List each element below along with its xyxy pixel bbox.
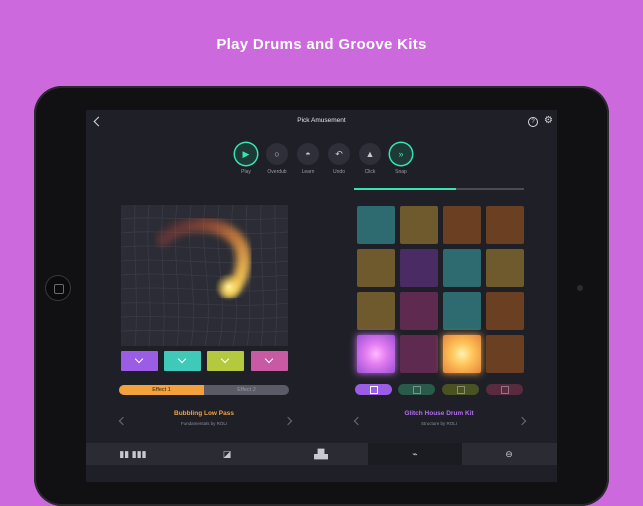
camera-dot bbox=[577, 285, 583, 291]
tab-keyboard[interactable]: ▮▮ ▮▮▮ bbox=[86, 443, 180, 465]
screen-title: Pick Amusement bbox=[297, 117, 346, 124]
tool-label: Click bbox=[364, 169, 376, 175]
tab-pad-grid[interactable]: ◪ bbox=[180, 443, 274, 465]
pad-bank-4[interactable] bbox=[486, 384, 523, 395]
tab-wave[interactable]: ⌁ bbox=[368, 443, 462, 465]
drum-pad[interactable] bbox=[486, 292, 524, 330]
drum-pad[interactable] bbox=[400, 249, 438, 287]
drum-pad[interactable] bbox=[443, 292, 481, 330]
bank-square-icon bbox=[457, 386, 465, 394]
patch-name: Bubbling Low Pass bbox=[174, 410, 234, 417]
patch-author: Fundamentals by ROLI bbox=[180, 421, 228, 426]
tab-sequencer[interactable]: ⊖ bbox=[462, 443, 556, 465]
tool-learn[interactable]: ◓ Learn bbox=[294, 143, 322, 175]
effect-button-2[interactable] bbox=[164, 351, 201, 371]
bank-square-icon bbox=[501, 386, 509, 394]
bank-square-icon bbox=[370, 386, 378, 394]
drum-pad[interactable] bbox=[357, 206, 395, 244]
tool-play[interactable]: ▶︎ Play bbox=[232, 143, 260, 175]
tool-overdub[interactable]: ○ Overdub bbox=[263, 143, 291, 175]
tab-mixer[interactable]: ▟▙ bbox=[274, 443, 368, 465]
sequencer-icon: ⊖ bbox=[505, 449, 513, 459]
bank-square-icon bbox=[413, 386, 421, 394]
gear-icon[interactable]: ⚙ bbox=[544, 116, 553, 126]
pad-bank-1[interactable] bbox=[355, 384, 392, 395]
drum-pad[interactable] bbox=[443, 206, 481, 244]
tool-snap[interactable]: » Snap bbox=[387, 143, 415, 175]
home-button[interactable] bbox=[46, 276, 70, 300]
bottom-tab-bar: ▮▮ ▮▮▮ ◪ ▟▙ ⌁ ⊖ bbox=[86, 443, 557, 465]
drum-pad[interactable] bbox=[400, 206, 438, 244]
segment-effect-1[interactable]: Effect 1 bbox=[119, 385, 204, 395]
app-screen: Pick Amusement ? ⚙ ▶︎ Play ○ Overdub ◓ Learn ↶… bbox=[86, 110, 557, 482]
drum-pad[interactable] bbox=[357, 335, 395, 373]
pad-bank-3[interactable] bbox=[442, 384, 479, 395]
effect-button-4[interactable] bbox=[251, 351, 288, 371]
drum-pad[interactable] bbox=[400, 292, 438, 330]
tool-undo[interactable]: ↶ Undo bbox=[325, 143, 353, 175]
graduation-cap-icon: ◓ bbox=[297, 143, 319, 165]
play-pause-icon: ▶︎ bbox=[235, 143, 257, 165]
help-icon[interactable]: ? bbox=[528, 117, 538, 127]
segment-effect-2[interactable]: Effect 2 bbox=[204, 385, 289, 395]
effect-button-1[interactable] bbox=[121, 351, 158, 371]
metronome-icon: ▲ bbox=[359, 143, 381, 165]
loop-progress-track bbox=[354, 188, 524, 190]
chevron-down-icon bbox=[134, 354, 144, 364]
record-icon: ○ bbox=[266, 143, 288, 165]
tool-label: Snap bbox=[395, 169, 407, 175]
tool-label: Play bbox=[241, 169, 251, 175]
drum-pad[interactable] bbox=[443, 335, 481, 373]
xy-pad-graphic bbox=[121, 205, 288, 346]
kit-author: Structure by ROLI bbox=[420, 421, 457, 426]
tool-label: Undo bbox=[333, 169, 345, 175]
loop-progress-fill bbox=[354, 188, 456, 190]
drum-pad[interactable] bbox=[357, 292, 395, 330]
xy-effect-pad[interactable] bbox=[121, 205, 288, 346]
chevron-down-icon bbox=[264, 354, 274, 364]
chevron-down-icon bbox=[177, 354, 187, 364]
undo-icon: ↶ bbox=[328, 143, 350, 165]
top-bar: Pick Amusement ? ⚙ bbox=[86, 110, 557, 134]
pad-grid-icon: ◪ bbox=[222, 449, 232, 459]
drum-pad[interactable] bbox=[400, 335, 438, 373]
pad-bank-2[interactable] bbox=[398, 384, 435, 395]
tool-click[interactable]: ▲ Click bbox=[356, 143, 384, 175]
drum-pad[interactable] bbox=[486, 249, 524, 287]
chevron-down-icon bbox=[220, 354, 230, 364]
drum-pad[interactable] bbox=[486, 206, 524, 244]
drum-pad[interactable] bbox=[486, 335, 524, 373]
kit-name: Glitch House Drum Kit bbox=[404, 410, 474, 417]
drum-pad[interactable] bbox=[443, 249, 481, 287]
headline: Play Drums and Groove Kits bbox=[216, 36, 427, 53]
effect-segmented-control[interactable]: Effect 1 Effect 2 bbox=[119, 385, 289, 395]
drum-pad[interactable] bbox=[357, 249, 395, 287]
touch-point bbox=[215, 273, 243, 301]
tool-label: Overdub bbox=[267, 169, 287, 175]
snap-icon: » bbox=[390, 143, 412, 165]
keyboard-icon: ▮▮ ▮▮▮ bbox=[119, 449, 147, 459]
tool-label: Learn bbox=[301, 169, 315, 175]
effect-button-3[interactable] bbox=[207, 351, 244, 371]
mixer-icon: ▟▙ bbox=[314, 449, 328, 459]
wave-icon: ⌁ bbox=[412, 449, 418, 459]
